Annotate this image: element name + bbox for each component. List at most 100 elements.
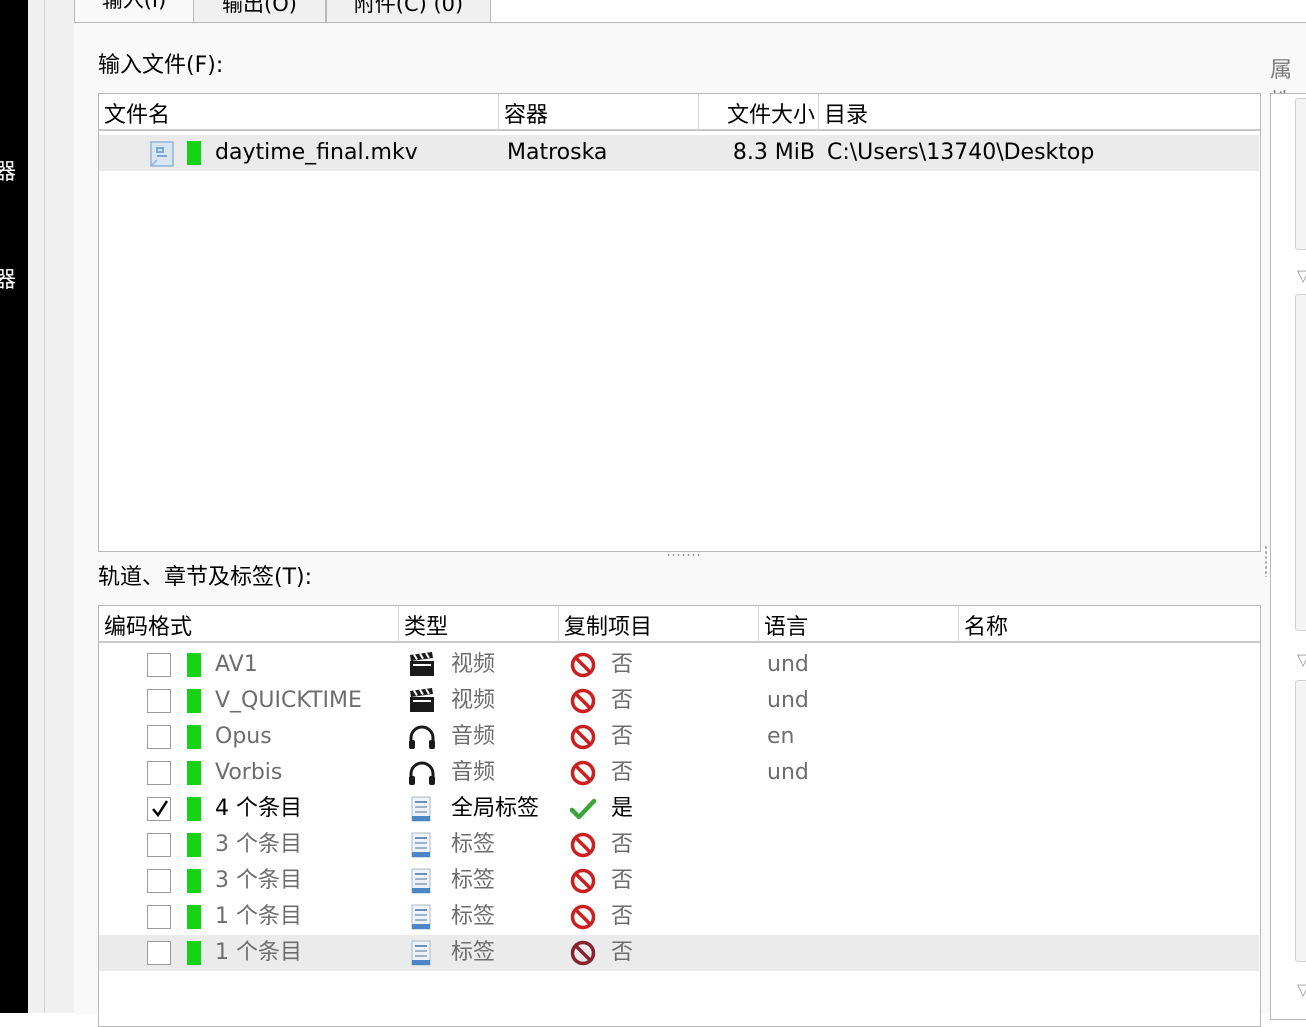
col-header-filename-text: 文件名 [104, 103, 171, 128]
col-header-type-text: 类型 [404, 615, 449, 640]
track-row[interactable]: 3 个条目 标签 否 [99, 827, 1259, 863]
col-header-filesize-text: 文件大小 [726, 103, 815, 128]
video-clapper-icon [407, 651, 437, 679]
track-row[interactable]: V_QUICKTIME 视频 否 und [99, 683, 1259, 719]
track-status-indicator [187, 689, 201, 713]
checkmark-icon [569, 795, 599, 823]
col-header-container[interactable]: 容器 [499, 94, 699, 131]
track-row[interactable]: AV1 视频 否 und [99, 647, 1259, 683]
track-row[interactable]: 3 个条目 标签 否 [99, 863, 1259, 899]
track-checkbox[interactable] [147, 905, 171, 929]
prohibited-icon [569, 867, 599, 895]
tab-attachments[interactable]: 附件(C) (0) [326, 0, 491, 23]
track-status-indicator [187, 797, 201, 821]
expand-arrow-icon-3[interactable]: ▽ [1297, 980, 1306, 999]
col-header-directory[interactable]: 目录 [819, 94, 1260, 131]
track-codec: AV1 [215, 652, 258, 677]
input-files-list[interactable]: 文件名 容器 文件大小 目录 daytime_final.mkv Matrosk… [98, 93, 1261, 552]
track-row[interactable]: Vorbis 音频 否 und [99, 755, 1259, 791]
track-type: 视频 [451, 688, 496, 713]
properties-field-2[interactable] [1295, 294, 1306, 631]
left-dark-strip: 器 器 [0, 0, 28, 1013]
tab-attachments-label: 附件(C) (0) [353, 0, 464, 16]
col-header-filename[interactable]: 文件名 [99, 94, 499, 131]
col-header-codec[interactable]: 编码格式 [99, 606, 399, 643]
col-header-filesize[interactable]: 文件大小 [699, 94, 819, 131]
track-row[interactable]: 1 个条目 标签 否 [99, 935, 1259, 971]
vertical-splitter-handle[interactable] [1264, 545, 1268, 577]
file-name: daytime_final.mkv [215, 140, 418, 165]
prohibited-icon [569, 723, 599, 751]
col-header-container-text: 容器 [504, 103, 549, 128]
track-checkbox[interactable] [147, 941, 171, 965]
track-checkbox[interactable] [147, 869, 171, 893]
prohibited-icon [569, 903, 599, 931]
track-codec: 3 个条目 [215, 832, 302, 857]
prohibited-icon [569, 687, 599, 715]
track-copy: 否 [611, 904, 634, 929]
track-status-indicator [187, 761, 201, 785]
track-checkbox[interactable] [147, 761, 171, 785]
video-clapper-icon [407, 687, 437, 715]
track-status-indicator [187, 725, 201, 749]
track-checkbox[interactable] [147, 725, 171, 749]
left-strip-glyph-1: 器 [0, 160, 17, 185]
file-size: 8.3 MiB [732, 140, 815, 165]
col-header-codec-text: 编码格式 [104, 615, 193, 640]
splitter-handle[interactable] [666, 553, 700, 557]
file-row[interactable]: daytime_final.mkv Matroska 8.3 MiB C:\Us… [99, 135, 1259, 171]
track-type: 音频 [451, 724, 496, 749]
tab-input-label: 输入(I) [101, 0, 167, 12]
col-header-copy-item-text: 复制项目 [564, 615, 653, 640]
track-status-indicator [187, 869, 201, 893]
file-status-indicator [187, 141, 201, 165]
tag-document-icon [407, 867, 437, 895]
track-type: 标签 [451, 904, 496, 929]
left-splitter[interactable] [28, 0, 75, 1013]
track-status-indicator [187, 941, 201, 965]
track-type: 标签 [451, 832, 496, 857]
col-header-language[interactable]: 语言 [759, 606, 959, 643]
col-header-name[interactable]: 名称 [959, 606, 1260, 643]
prohibited-icon [569, 939, 599, 967]
properties-panel[interactable]: ▽ ▽ ▽ [1270, 93, 1306, 1020]
track-status-indicator [187, 833, 201, 857]
properties-field-1[interactable] [1295, 98, 1306, 250]
input-files-label: 输入文件(F): [98, 53, 224, 78]
track-checkbox[interactable] [147, 833, 171, 857]
track-copy: 否 [611, 652, 634, 677]
tab-output[interactable]: 输出(O) [193, 0, 326, 23]
expand-arrow-icon[interactable]: ▽ [1297, 266, 1306, 285]
track-type: 音频 [451, 760, 496, 785]
tag-document-icon [407, 903, 437, 931]
prohibited-icon [569, 831, 599, 859]
col-header-copy-item[interactable]: 复制项目 [559, 606, 759, 643]
expand-arrow-icon-2[interactable]: ▽ [1297, 650, 1306, 669]
track-codec: 1 个条目 [215, 940, 302, 965]
col-header-type[interactable]: 类型 [399, 606, 559, 643]
track-checkbox[interactable] [147, 689, 171, 713]
track-row[interactable]: 1 个条目 标签 否 [99, 899, 1259, 935]
track-row[interactable]: 4 个条目 全局标签 是 [99, 791, 1259, 827]
prohibited-icon [569, 651, 599, 679]
headphones-icon [407, 759, 437, 787]
properties-field-3[interactable] [1295, 680, 1306, 962]
track-row[interactable]: Opus 音频 否 en [99, 719, 1259, 755]
track-copy: 否 [611, 724, 634, 749]
track-language: und [767, 688, 809, 713]
track-copy: 否 [611, 760, 634, 785]
tag-document-icon [407, 795, 437, 823]
track-checkbox[interactable] [147, 653, 171, 677]
track-checkbox[interactable] [147, 797, 171, 821]
track-language: und [767, 760, 809, 785]
track-copy: 是 [611, 796, 634, 821]
track-copy: 否 [611, 832, 634, 857]
headphones-icon [407, 723, 437, 751]
tracks-list[interactable]: 编码格式 类型 复制项目 语言 名称 AV1 视频否 und V_QUICKTIME 视… [98, 605, 1261, 1027]
tab-input[interactable]: 输入(I) [74, 0, 194, 22]
tracks-label: 轨道、章节及标签(T): [98, 565, 313, 590]
track-language: und [767, 652, 809, 677]
tag-document-icon [407, 831, 437, 859]
track-type: 视频 [451, 652, 496, 677]
tag-document-icon [407, 939, 437, 967]
